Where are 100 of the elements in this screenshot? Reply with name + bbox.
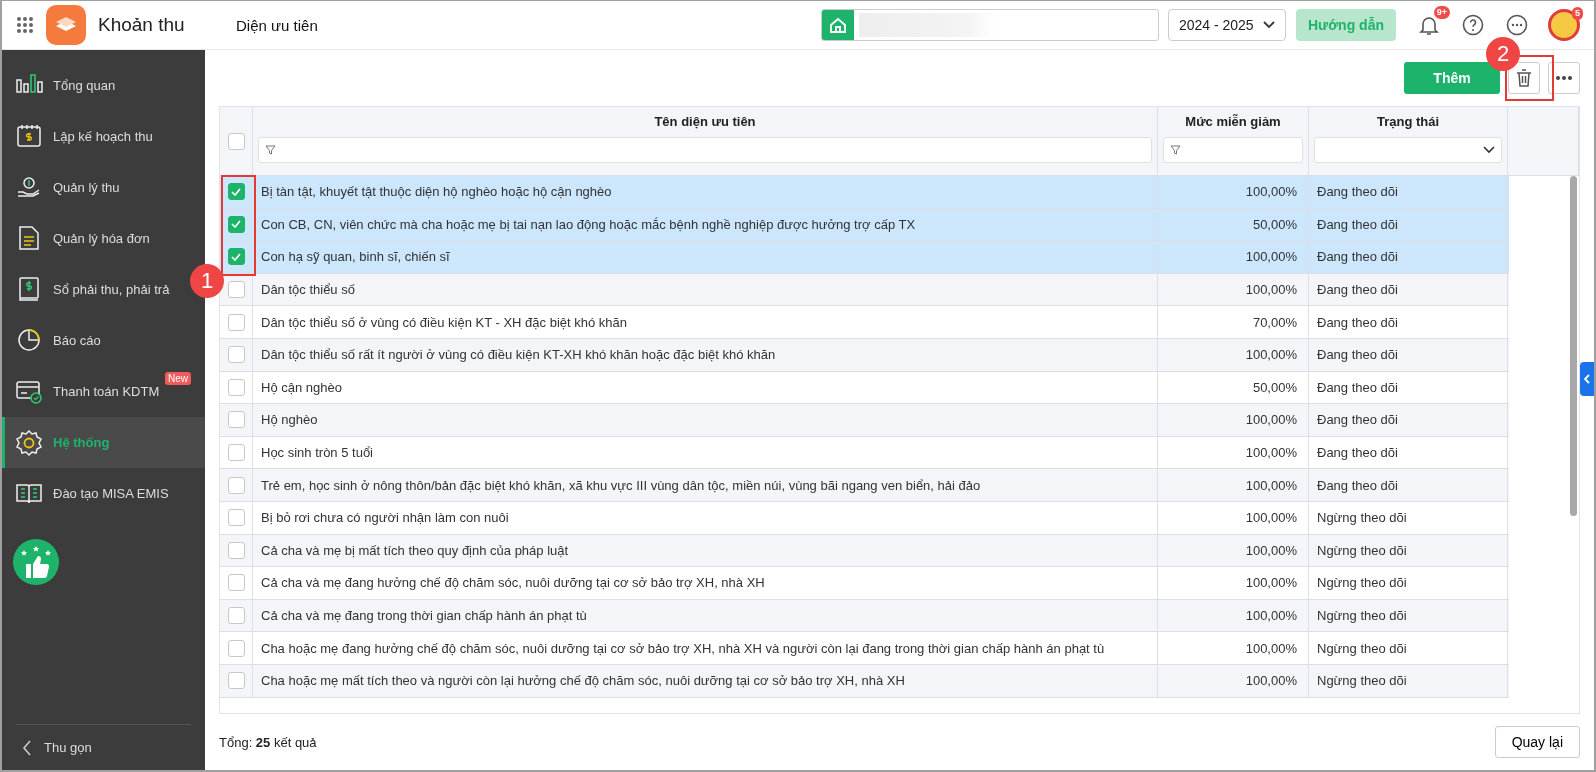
table-cell: 100,00% (1158, 469, 1309, 501)
funnel-icon (1170, 145, 1181, 155)
table-cell: Ngừng theo dõi (1309, 599, 1508, 632)
table-cell: Ngừng theo dõi (1309, 567, 1508, 599)
table-cell: Dân tộc thiểu số ở vùng có điều kiện KT - XH đặc biệt khó khăn (253, 306, 1158, 338)
table-cell: Trẻ em, học sinh ở nông thôn/bản đặc biệt khó khăn, xã khu vực III vùng dân tộc, miền núi, vùng bãi ngang ven biển, hải đảo (253, 469, 1158, 501)
table-cell: Dân tộc thiểu số rất ít người ở vùng có điều kiện KT-XH khó khăn hoặc đặc biệt khó khăn (253, 338, 1158, 371)
avatar[interactable]: 5 (1548, 9, 1580, 41)
sidebar-item[interactable]: Sổ phải thu, phải trả (2, 264, 189, 315)
table-cell: 100,00% (1158, 664, 1309, 697)
table-cell: 100,00% (1158, 567, 1309, 599)
table-cell: Cha hoặc mẹ đang hưởng chế độ chăm sóc, nuôi dưỡng tại cơ sở bảo trợ XH, nhà XH và người còn lại đang trong thời gian chấp hành án phạt tù (253, 632, 1158, 664)
column-header: Mức miễn giảm (1184, 115, 1282, 131)
row-checkbox[interactable] (227, 574, 245, 592)
bell-icon (1418, 14, 1440, 36)
table-cell: Con hạ sỹ quan, binh sĩ, chiến sĩ (253, 241, 1158, 273)
table-cell: 100,00% (1158, 241, 1309, 273)
row-checkbox[interactable] (227, 215, 245, 233)
table-cell: Đang theo dõi (1309, 273, 1508, 306)
row-checkbox[interactable] (227, 672, 245, 690)
row-checkbox[interactable] (227, 313, 245, 331)
table-cell: 100,00% (1158, 632, 1309, 664)
home-icon (828, 16, 847, 34)
table-cell: 100,00% (1158, 534, 1309, 567)
grid-icon (16, 16, 34, 34)
row-checkbox[interactable] (227, 639, 245, 657)
table-cell: 100,00% (1158, 599, 1309, 632)
row-checkbox[interactable] (227, 281, 245, 299)
collapse-button[interactable]: Thu gọn (16, 724, 191, 770)
page-title: Diện ưu tiên (236, 16, 318, 34)
table-cell: Ngừng theo dõi (1309, 501, 1508, 534)
sidebar-item[interactable]: Báo cáo (2, 315, 189, 366)
select-all-checkbox[interactable] (227, 132, 245, 150)
table-cell: Cả cha và mẹ bị mất tích theo quy định của pháp luật (253, 534, 1158, 567)
table-cell: 100,00% (1158, 436, 1309, 469)
row-checkbox[interactable] (227, 248, 245, 266)
table-cell: 100,00% (1158, 338, 1309, 371)
table-cell: 100,00% (1158, 176, 1309, 208)
checkmark-icon (231, 220, 241, 229)
row-checkbox[interactable] (227, 346, 245, 364)
sidebar-item[interactable]: Tổng quan (2, 60, 189, 111)
filter-field[interactable] (258, 137, 1152, 163)
more-horizontal-icon (1556, 76, 1572, 80)
checkmark-icon (231, 253, 241, 261)
table-cell: Bị tàn tật, khuyết tật thuộc diện hộ nghèo hoặc hộ cận nghèo (253, 176, 1158, 208)
table-cell: Ngừng theo dõi (1309, 632, 1508, 664)
chevron-left-icon (22, 739, 32, 756)
avatar-badge: 5 (1572, 7, 1583, 20)
row-checkbox[interactable] (227, 378, 245, 396)
sidebar-item[interactable]: Quản lý hóa đơn (2, 213, 189, 264)
table-cell: Ngừng theo dõi (1309, 664, 1508, 697)
table-cell: 100,00% (1158, 404, 1309, 436)
row-checkbox[interactable] (227, 411, 245, 429)
back-button[interactable]: Quay lại (1494, 726, 1580, 758)
sidebar-item[interactable]: Lập kế hoạch thu (2, 111, 189, 162)
scrollbar-thumb[interactable] (1570, 176, 1577, 516)
table-cell: Hộ nghèo (253, 404, 1158, 436)
year-select[interactable]: 2024 - 2025 (1167, 9, 1286, 41)
table-cell: 50,00% (1158, 208, 1309, 241)
table-cell: Đang theo dõi (1309, 208, 1508, 241)
filter-field[interactable] (1163, 137, 1303, 163)
table-cell: Cả cha và mẹ đang trong thời gian chấp hành án phạt tù (253, 599, 1158, 632)
result-count: Tổng: 25 kết quả (219, 734, 317, 750)
table-cell: Đang theo dõi (1309, 176, 1508, 208)
notification-badge: 9+ (1433, 6, 1450, 19)
table-cell: 100,00% (1158, 273, 1309, 306)
delete-button[interactable] (1508, 62, 1540, 94)
row-checkbox[interactable] (227, 509, 245, 527)
table-cell: Con CB, CN, viên chức mà cha hoặc mẹ bị tai nạn lao động hoặc mắc bệnh nghề nghiệp được hưởng trợ cấp TX (253, 208, 1158, 241)
row-checkbox[interactable] (227, 541, 245, 559)
column-header: Trạng thái (1375, 115, 1441, 131)
sidebar-item[interactable]: Đào tạo MISA EMIS (2, 468, 189, 519)
more-icon (1506, 14, 1528, 36)
app-name: Khoản thu (98, 14, 185, 36)
gear-icon (15, 428, 43, 457)
sidebar-item[interactable]: Quản lý thu (2, 162, 189, 213)
table-cell: Cha hoặc mẹ mất tích theo và người còn lại hưởng chế độ chăm sóc, nuôi dưỡng tại cơ sở bảo trợ XH, nhà XH (253, 664, 1158, 697)
new-badge: New (165, 372, 191, 385)
table-cell: Đang theo dõi (1309, 306, 1508, 338)
checkmark-icon (231, 187, 241, 196)
filter-select[interactable] (1314, 137, 1502, 163)
more-options-button[interactable] (1548, 62, 1580, 94)
row-checkbox[interactable] (227, 607, 245, 624)
row-checkbox[interactable] (227, 476, 245, 494)
sidebar-item[interactable]: Thanh toán KDTM New (2, 366, 189, 417)
chevron-down-icon (1262, 21, 1275, 29)
table-cell: Đang theo dõi (1309, 338, 1508, 371)
table-cell: Bị bỏ rơi chưa có người nhận làm con nuôi (253, 501, 1158, 534)
table-cell: Đang theo dõi (1309, 371, 1508, 404)
apps-menu-button[interactable] (16, 16, 34, 34)
column-header: Tên diện ưu tiên (653, 115, 757, 131)
table-cell: Hộ cận nghèo (253, 371, 1158, 404)
table-cell: Ngừng theo dõi (1309, 534, 1508, 567)
row-checkbox[interactable] (227, 444, 245, 462)
panel-toggle-tab[interactable] (1580, 362, 1594, 396)
help-icon (1462, 14, 1484, 36)
row-checkbox[interactable] (227, 183, 245, 201)
table-cell: Đang theo dõi (1309, 404, 1508, 436)
school-field[interactable] (820, 9, 1159, 41)
feedback-button[interactable] (13, 539, 59, 585)
